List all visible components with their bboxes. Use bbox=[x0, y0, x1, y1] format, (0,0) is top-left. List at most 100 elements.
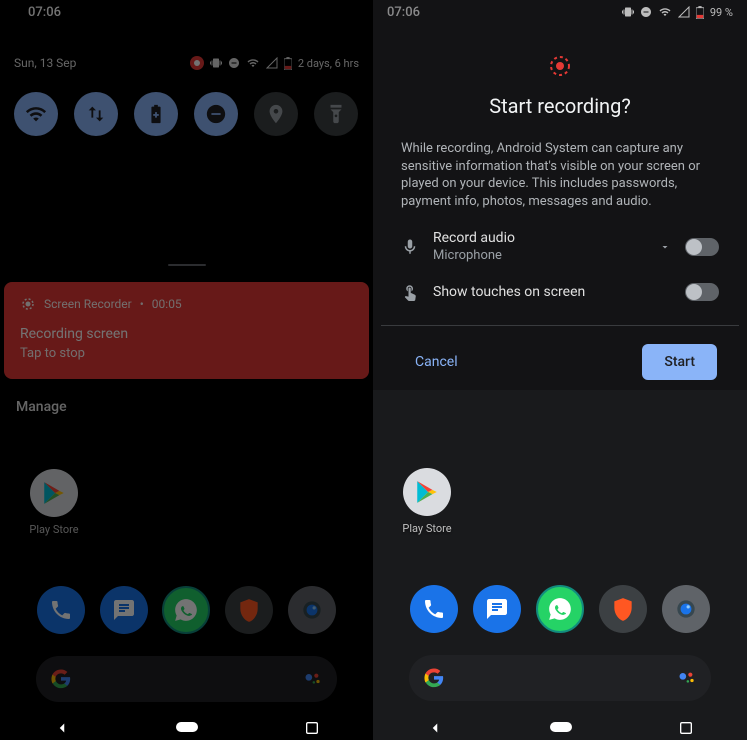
whatsapp-app[interactable] bbox=[162, 586, 210, 634]
status-icons: 99 % bbox=[622, 6, 733, 19]
phone-icon bbox=[49, 598, 73, 622]
mobile-data-tile[interactable] bbox=[74, 92, 118, 136]
recording-notification[interactable]: Screen Recorder • 00:05 Recording screen… bbox=[4, 282, 369, 379]
brave-icon bbox=[610, 596, 636, 622]
flashlight-icon bbox=[325, 103, 347, 125]
vibrate-icon bbox=[210, 57, 222, 69]
phone-app[interactable] bbox=[410, 585, 458, 633]
clock: 07:06 bbox=[387, 5, 420, 20]
recents-button[interactable] bbox=[304, 720, 320, 736]
dot-separator: • bbox=[140, 297, 144, 311]
back-button[interactable] bbox=[426, 719, 444, 737]
start-recording-dialog: Start recording? While recording, Androi… bbox=[381, 36, 739, 394]
show-touches-row[interactable]: Show touches on screen bbox=[401, 283, 719, 301]
cancel-button[interactable]: Cancel bbox=[403, 346, 470, 378]
messages-app[interactable] bbox=[473, 585, 521, 633]
flashlight-tile[interactable] bbox=[314, 92, 358, 136]
camera-app[interactable] bbox=[662, 585, 710, 633]
home-area-dimmed: Play Store bbox=[373, 424, 747, 701]
wifi-icon bbox=[25, 103, 47, 125]
assistant-icon bbox=[303, 669, 323, 689]
camera-app[interactable] bbox=[288, 586, 336, 634]
status-icons: 2 days, 6 hrs bbox=[190, 56, 359, 70]
whatsapp-icon bbox=[173, 597, 199, 623]
notification-header: Screen Recorder • 00:05 bbox=[20, 296, 353, 312]
play-store-app[interactable]: Play Store bbox=[18, 469, 90, 536]
play-store-app[interactable]: Play Store bbox=[391, 468, 463, 535]
data-arrows-icon bbox=[85, 103, 107, 125]
dialog-title: Start recording? bbox=[401, 94, 719, 118]
dnd-tile[interactable] bbox=[194, 92, 238, 136]
location-tile[interactable] bbox=[254, 92, 298, 136]
home-area-dimmed: Play Store bbox=[0, 425, 373, 702]
notification-app-name: Screen Recorder bbox=[44, 297, 132, 311]
nav-bar bbox=[373, 716, 747, 740]
manage-button[interactable]: Manage bbox=[0, 383, 373, 425]
battery-estimate: 2 days, 6 hrs bbox=[298, 57, 359, 70]
record-indicator-icon bbox=[190, 56, 204, 70]
wifi-icon bbox=[658, 6, 672, 18]
brave-app[interactable] bbox=[599, 585, 647, 633]
dnd-circle-icon bbox=[205, 103, 227, 125]
show-touches-switch[interactable] bbox=[685, 283, 719, 301]
messages-app[interactable] bbox=[100, 586, 148, 634]
dropdown-arrow-icon[interactable] bbox=[659, 241, 671, 253]
back-button[interactable] bbox=[53, 719, 71, 737]
camera-icon bbox=[299, 597, 325, 623]
google-g-icon bbox=[423, 667, 445, 689]
location-pin-icon bbox=[265, 103, 287, 125]
qs-tiles-row bbox=[14, 92, 359, 136]
dialog-divider bbox=[381, 325, 739, 326]
play-store-icon bbox=[30, 469, 78, 517]
play-store-icon bbox=[403, 468, 451, 516]
signal-icon bbox=[678, 6, 690, 18]
signal-icon bbox=[266, 57, 278, 69]
google-g-icon bbox=[50, 668, 72, 690]
clock: 07:06 bbox=[28, 5, 61, 20]
panel-drag-handle[interactable] bbox=[168, 264, 206, 266]
phone-icon bbox=[422, 597, 446, 621]
home-button[interactable] bbox=[550, 722, 572, 734]
dnd-icon bbox=[228, 57, 240, 69]
whatsapp-app[interactable] bbox=[536, 585, 584, 633]
record-audio-switch[interactable] bbox=[685, 238, 719, 256]
notification-title: Recording screen bbox=[20, 326, 353, 342]
qs-header: Sun, 13 Sep 2 days, 6 hrs bbox=[14, 52, 359, 74]
brave-app[interactable] bbox=[225, 586, 273, 634]
record-audio-label: Record audio bbox=[433, 230, 645, 246]
date-label: Sun, 13 Sep bbox=[14, 56, 76, 70]
dnd-icon bbox=[640, 6, 652, 18]
play-store-label: Play Store bbox=[402, 522, 451, 535]
touch-icon bbox=[401, 283, 419, 301]
battery-percent: 99 % bbox=[710, 6, 733, 19]
quick-settings-panel: 07:06 Sun, 13 Sep 2 days, 6 hrs bbox=[0, 0, 373, 278]
messages-icon bbox=[485, 597, 509, 621]
dialog-actions: Cancel Start bbox=[401, 344, 719, 380]
phone-app[interactable] bbox=[37, 586, 85, 634]
assistant-icon bbox=[677, 668, 697, 688]
mic-icon bbox=[401, 238, 419, 256]
notification-subtitle: Tap to stop bbox=[20, 346, 353, 361]
dialog-body: While recording, Android System can capt… bbox=[401, 140, 719, 210]
wifi-icon bbox=[246, 57, 260, 69]
dock bbox=[391, 575, 729, 633]
battery-icon bbox=[284, 57, 292, 70]
record-big-icon bbox=[401, 54, 719, 78]
status-bar: 07:06 bbox=[14, 0, 359, 24]
record-audio-row[interactable]: Record audio Microphone bbox=[401, 230, 719, 263]
google-search-bar[interactable] bbox=[409, 655, 711, 701]
wifi-tile[interactable] bbox=[14, 92, 58, 136]
left-screenshot: 07:06 Sun, 13 Sep 2 days, 6 hrs bbox=[0, 0, 373, 740]
home-button[interactable] bbox=[176, 722, 198, 734]
google-search-bar[interactable] bbox=[36, 656, 337, 702]
dock bbox=[18, 576, 355, 634]
battery-icon bbox=[696, 6, 704, 19]
start-button[interactable]: Start bbox=[642, 344, 717, 380]
recents-button[interactable] bbox=[678, 720, 694, 736]
status-bar: 07:06 99 % bbox=[373, 0, 747, 24]
battery-saver-tile[interactable] bbox=[134, 92, 178, 136]
vibrate-icon bbox=[622, 6, 634, 18]
audio-source-label: Microphone bbox=[433, 248, 645, 263]
battery-plus-icon bbox=[145, 103, 167, 125]
messages-icon bbox=[112, 598, 136, 622]
